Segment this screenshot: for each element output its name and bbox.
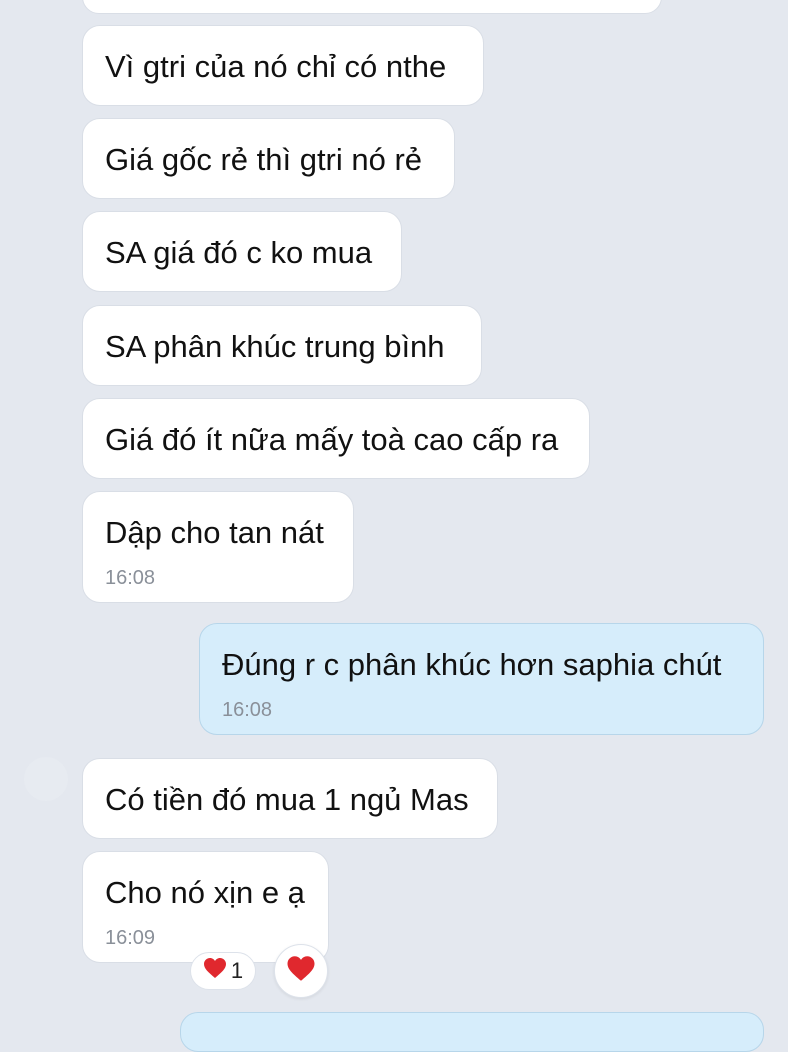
message-text: SA phân khúc trung bình (105, 329, 445, 364)
message-timestamp: 16:09 (105, 927, 156, 949)
message-bubble-incoming[interactable]: Dập cho tan nát 16:08 (82, 491, 354, 603)
reaction-summary[interactable]: 1 (190, 952, 256, 990)
message-bubble-incoming[interactable]: Giá gốc rẻ thì gtri nó rẻ (82, 118, 455, 199)
message-bubble-outgoing[interactable] (180, 1012, 764, 1052)
message-text: Đúng r c phân khúc hơn saphia chút (222, 647, 722, 682)
message-text: SA giá đó c ko mua (105, 235, 373, 270)
message-bubble-incoming[interactable]: SA giá đó c ko mua (82, 211, 402, 292)
message-bubble-incoming[interactable]: Có tiền đó mua 1 ngủ Mas (82, 758, 498, 839)
message-bubble-incoming[interactable]: Giá đó ít nữa mấy toà cao cấp ra (82, 398, 590, 479)
add-reaction-button[interactable] (274, 944, 328, 998)
message-bubble-outgoing[interactable]: Đúng r c phân khúc hơn saphia chút 16:08 (199, 623, 764, 735)
heart-icon (203, 957, 227, 985)
message-text: Có tiền đó mua 1 ngủ Mas (105, 782, 469, 817)
message-text: Dập cho tan nát (105, 515, 324, 550)
message-text: Vì gtri của nó chỉ có nthe (105, 49, 447, 84)
message-text: Giá đó ít nữa mấy toà cao cấp ra (105, 422, 559, 457)
message-bubble-incoming[interactable]: Vì gtri của nó chỉ có nthe (82, 25, 484, 106)
message-timestamp: 16:08 (105, 567, 156, 589)
message-text: Giá gốc rẻ thì gtri nó rẻ (105, 142, 423, 177)
reaction-count: 1 (230, 958, 244, 983)
heart-icon (286, 955, 316, 987)
message-text: Cho nó xịn e ạ (105, 875, 305, 910)
avatar[interactable] (24, 757, 68, 801)
message-bubble-incoming[interactable]: SA phân khúc trung bình (82, 305, 482, 386)
message-timestamp: 16:08 (222, 699, 273, 721)
message-bubble-incoming[interactable] (82, 0, 662, 14)
